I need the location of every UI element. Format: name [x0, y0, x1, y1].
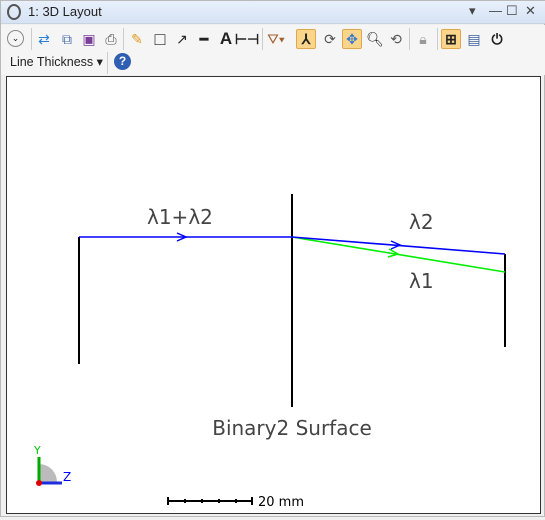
combined-label: λ1+λ2 — [147, 205, 213, 229]
separator — [262, 28, 263, 50]
separator — [123, 28, 124, 50]
minimize-button[interactable]: — — [489, 3, 502, 18]
axes-icon[interactable]: ⅄ — [296, 29, 316, 49]
scale-label: 20 mm — [258, 495, 304, 510]
x-axis-dot — [36, 480, 42, 486]
y-axis-label: Y — [33, 444, 41, 457]
line-thickness-label: Line Thickness — [10, 55, 94, 69]
print-icon[interactable]: ⎙ — [101, 29, 121, 49]
pan-icon[interactable]: ✥ — [342, 29, 362, 49]
lambda2-label: λ2 — [409, 210, 434, 234]
save-icon[interactable]: ▣ — [79, 29, 99, 49]
arrow-icon[interactable]: ↗ — [172, 29, 192, 49]
fit-icon[interactable]: ⊞ — [441, 29, 461, 49]
close-button[interactable]: ✕ — [525, 3, 536, 19]
window-icon[interactable]: ▤ — [464, 29, 484, 49]
help-icon[interactable]: ? — [114, 53, 131, 70]
separator — [31, 28, 32, 50]
layout-plot: λ1+λ2 λ2 λ1 Binary2 Surface Y Z 20 mm — [33, 194, 506, 510]
expand-icon[interactable]: ⌄ — [7, 30, 24, 47]
zoom-icon[interactable]: 🔍︎ — [365, 29, 385, 49]
lens-app-icon — [7, 4, 21, 20]
rectangle-icon[interactable]: □ — [150, 29, 170, 49]
separator — [437, 28, 438, 50]
maximize-button[interactable]: ☐ — [506, 3, 518, 19]
axes-triad: Y Z — [33, 444, 71, 486]
rotate-3d-icon[interactable]: ⛛▾ — [266, 29, 286, 49]
pencil-icon[interactable]: ✎ — [127, 29, 147, 49]
surface-label: Binary2 Surface — [212, 416, 372, 440]
reset-icon[interactable]: ⟲ — [386, 29, 406, 49]
text-icon[interactable]: A — [216, 29, 236, 49]
line-icon[interactable]: ━ — [194, 29, 214, 49]
title-bar: 1: 3D Layout ▾ — ☐ ✕ — [1, 1, 545, 24]
triad-quadrant — [39, 464, 57, 482]
window-title: 1: 3D Layout — [28, 4, 102, 19]
refresh-icon[interactable]: ⇄ — [34, 29, 54, 49]
copy-icon[interactable]: ⧉ — [57, 29, 77, 49]
line-thickness-dropdown[interactable]: Line Thickness ▾ — [10, 54, 103, 69]
power-icon[interactable]: ⏻ — [487, 29, 507, 49]
lambda1-label: λ1 — [409, 269, 434, 293]
scale-bar — [167, 497, 253, 505]
separator — [409, 28, 410, 50]
rotate-icon[interactable]: ⟳ — [320, 29, 340, 49]
layout-canvas[interactable]: λ1+λ2 λ2 λ1 Binary2 Surface Y Z 20 mm — [6, 76, 541, 514]
dimension-icon[interactable]: ⊢⊣ — [235, 29, 259, 49]
window-menu-button[interactable]: ▾ — [469, 3, 476, 19]
separator — [107, 52, 108, 74]
lock-icon[interactable]: 🔒︎ — [413, 29, 433, 49]
z-axis-label: Z — [63, 470, 71, 484]
toolbar: ⌄ ⇄ ⧉ ▣ ⎙ ✎ □ ↗ ━ A ⊢⊣ ⛛▾ ⅄ ⟳ ✥ 🔍︎ ⟲ 🔒︎ … — [1, 25, 545, 75]
